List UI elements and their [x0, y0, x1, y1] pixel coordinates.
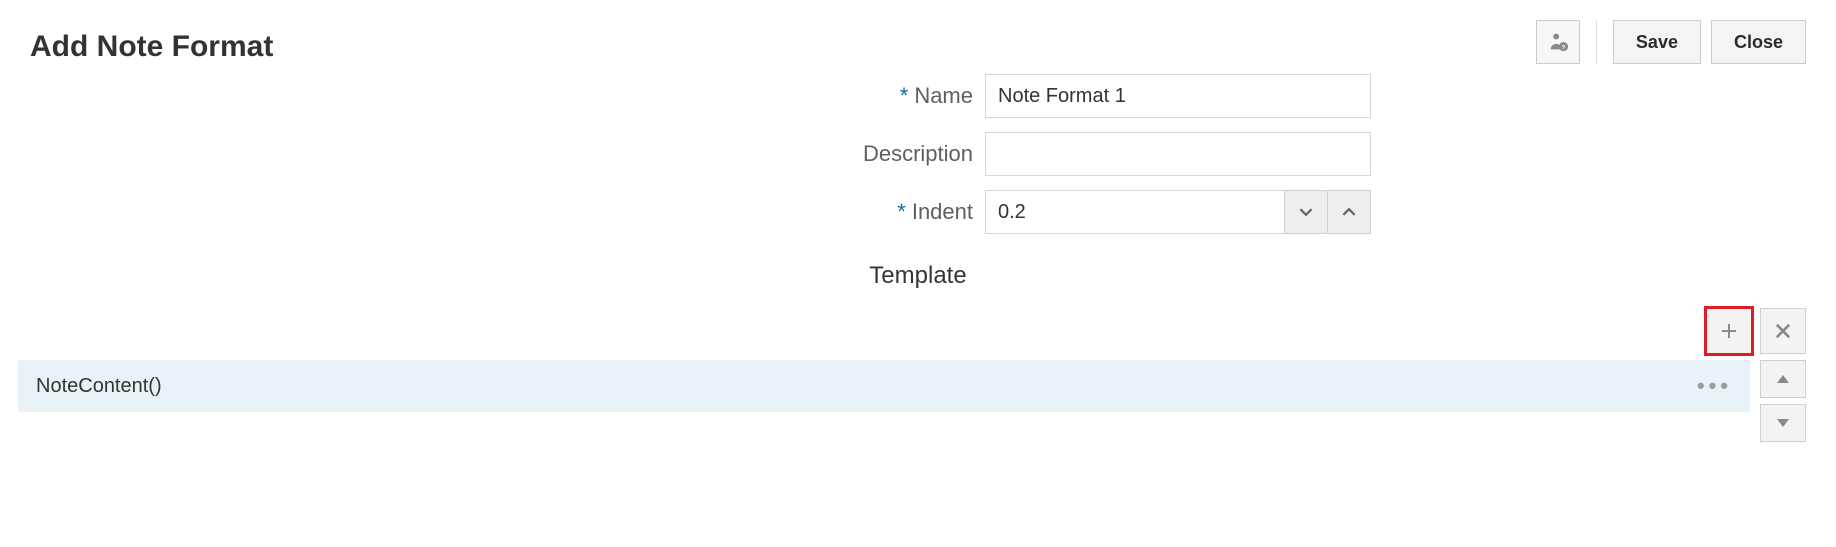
reorder-controls [1760, 360, 1806, 442]
indent-increment-button[interactable] [1327, 190, 1371, 234]
delete-template-row-button[interactable] [1760, 308, 1806, 354]
triangle-up-icon [1776, 373, 1790, 385]
name-input[interactable] [985, 74, 1371, 118]
save-button[interactable]: Save [1613, 20, 1701, 64]
chevron-down-icon [1299, 205, 1313, 219]
plus-icon [1719, 321, 1739, 341]
required-star: * [900, 83, 909, 109]
section-title-template: Template [869, 262, 966, 290]
name-label: Name [914, 83, 973, 109]
close-icon [1774, 322, 1792, 340]
template-body: NoteContent() ••• [0, 360, 1836, 452]
header-actions: ? Save Close [1536, 20, 1806, 64]
user-help-button[interactable]: ? [1536, 20, 1580, 64]
page-title: Add Note Format [30, 30, 273, 64]
template-toolbar [0, 308, 1836, 360]
indent-label: Indent [912, 199, 973, 225]
ellipsis-icon: ••• [1697, 373, 1732, 398]
required-star: * [897, 199, 906, 225]
indent-stepper [985, 190, 1371, 234]
indent-decrement-button[interactable] [1284, 190, 1328, 234]
description-input[interactable] [985, 132, 1371, 176]
move-row-down-button[interactable] [1760, 404, 1806, 442]
form-area: * Name Description * Indent [0, 74, 1836, 308]
user-help-icon: ? [1547, 31, 1569, 53]
add-template-row-button[interactable] [1706, 308, 1752, 354]
close-button[interactable]: Close [1711, 20, 1806, 64]
triangle-down-icon [1776, 417, 1790, 429]
description-label: Description [863, 141, 973, 167]
indent-input[interactable] [985, 190, 1285, 234]
svg-text:?: ? [1561, 44, 1565, 51]
template-row[interactable]: NoteContent() ••• [18, 360, 1750, 412]
row-more-button[interactable]: ••• [1697, 373, 1732, 399]
template-row-text: NoteContent() [36, 375, 162, 398]
divider [1596, 20, 1597, 64]
chevron-up-icon [1342, 205, 1356, 219]
move-row-up-button[interactable] [1760, 360, 1806, 398]
